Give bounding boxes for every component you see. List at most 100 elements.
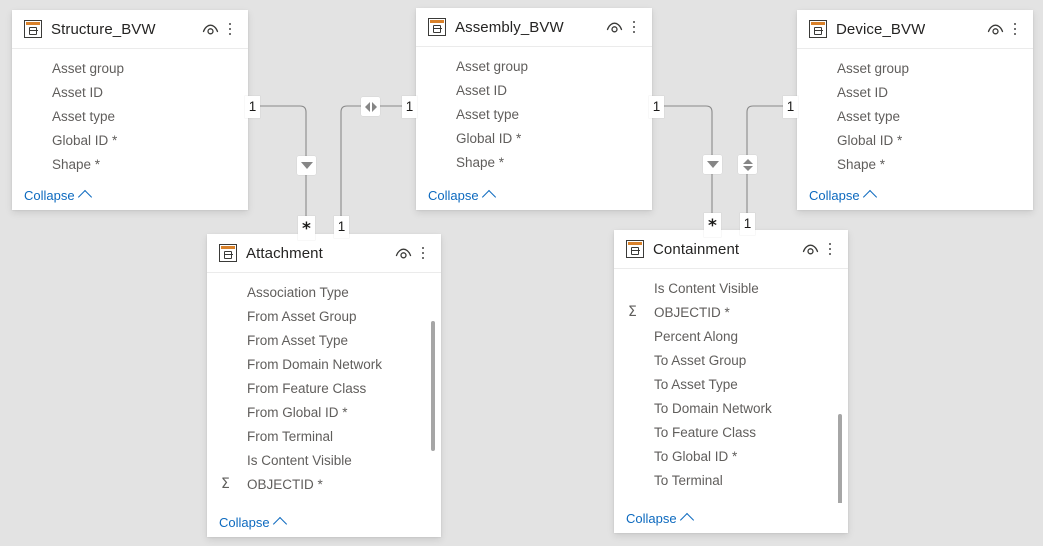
cardinality-badge-to[interactable]: 1 [740, 213, 755, 235]
field-row[interactable]: To Asset Group [614, 348, 848, 372]
eye-icon[interactable] [604, 17, 624, 37]
field-name: Shape * [52, 156, 101, 172]
chevron-up-icon [481, 189, 496, 205]
table-card-header[interactable]: Structure_BVW [12, 10, 248, 49]
more-options-icon[interactable] [626, 17, 642, 37]
field-row[interactable]: To Terminal [614, 468, 848, 492]
arrow-down-icon[interactable] [703, 155, 722, 174]
field-row[interactable]: Asset group [416, 54, 652, 78]
field-name: Association Type [247, 284, 349, 300]
field-row[interactable]: From Domain Network [207, 352, 441, 376]
field-row[interactable]: Global ID * [797, 128, 1033, 152]
table-card-containment[interactable]: Containment Is Content Visible Σ OBJECTID *… [614, 230, 848, 533]
more-options-icon[interactable] [1007, 19, 1023, 39]
field-row[interactable]: Asset group [797, 56, 1033, 80]
field-name: From Terminal [247, 428, 334, 444]
eye-icon[interactable] [800, 239, 820, 259]
table-card-assembly[interactable]: Assembly_BVW Asset group Asset ID Asset typ… [416, 8, 652, 210]
field-row[interactable]: Is Content Visible [614, 276, 848, 300]
vertical-scrollbar[interactable] [838, 414, 842, 503]
table-card-structure[interactable]: Structure_BVW Asset group Asset ID Asset ty… [12, 10, 248, 210]
field-row[interactable]: From Asset Type [207, 328, 441, 352]
field-row[interactable]: Σ OBJECTID * [207, 472, 441, 496]
arrow-down-icon[interactable] [297, 156, 316, 175]
field-name: To Asset Group [654, 352, 747, 368]
table-card-device[interactable]: Device_BVW Asset group Asset ID Asset type G… [797, 10, 1033, 210]
chevron-up-icon [77, 189, 92, 205]
field-row[interactable]: Shape * [12, 152, 248, 176]
field-row[interactable]: To Feature Class [614, 420, 848, 444]
cardinality-badge-from[interactable]: 1 [245, 96, 260, 118]
field-row[interactable]: To Global ID * [614, 444, 848, 468]
collapse-button[interactable]: Collapse [809, 188, 877, 205]
field-list-container[interactable]: Is Content Visible Σ OBJECTID * Percent Alo… [614, 269, 848, 503]
more-options-icon[interactable] [415, 243, 431, 263]
cardinality-badge-from[interactable]: 1 [783, 96, 798, 118]
field-row[interactable]: Association Type [207, 280, 441, 304]
table-card-header[interactable]: Assembly_BVW [416, 8, 652, 47]
field-row[interactable]: Asset group [12, 56, 248, 80]
field-name: Is Content Visible [654, 280, 759, 296]
collapse-button[interactable]: Collapse [219, 514, 287, 532]
field-list-container[interactable]: Asset group Asset ID Asset type Global ID *… [12, 49, 248, 180]
field-list-container[interactable]: Asset group Asset ID Asset type Global ID *… [797, 49, 1033, 180]
eye-icon[interactable] [985, 19, 1005, 39]
model-view-canvas[interactable]: Structure_BVW Asset group Asset ID Asset ty… [0, 0, 1043, 546]
field-row[interactable]: Asset type [797, 104, 1033, 128]
vertical-scrollbar[interactable] [431, 321, 435, 451]
field-row[interactable]: Shape * [416, 150, 652, 174]
collapse-button[interactable]: Collapse [428, 187, 496, 205]
field-name: Asset type [837, 108, 901, 124]
field-row[interactable]: Global ID * [416, 126, 652, 150]
chevron-up-icon [862, 189, 877, 205]
field-row[interactable]: To Domain Network [614, 396, 848, 420]
table-card-header[interactable]: Attachment [207, 234, 441, 273]
field-name: From Asset Type [247, 332, 349, 348]
cardinality-badge-to[interactable]: 1 [334, 216, 349, 238]
table-card-header[interactable]: Device_BVW [797, 10, 1033, 49]
table-card-attachment[interactable]: Attachment Association Type From Asset Gro… [207, 234, 441, 537]
field-row[interactable]: Asset ID [416, 78, 652, 102]
eye-icon[interactable] [200, 19, 220, 39]
field-name: Asset type [52, 108, 116, 124]
field-row[interactable]: From Terminal [207, 424, 441, 448]
more-options-icon[interactable] [822, 239, 838, 259]
table-card-footer: Collapse [614, 503, 848, 533]
field-row[interactable]: Σ OBJECTID * [614, 300, 848, 324]
collapse-label: Collapse [428, 187, 479, 203]
field-row[interactable]: Is Content Visible [207, 448, 441, 472]
cardinality-badge-to[interactable]: * [704, 213, 721, 237]
field-list: Asset group Asset ID Asset type Global ID *… [416, 54, 652, 174]
field-list: Asset group Asset ID Asset type Global ID *… [797, 56, 1033, 176]
field-name: To Feature Class [654, 424, 757, 440]
collapse-button[interactable]: Collapse [24, 188, 92, 205]
collapse-button[interactable]: Collapse [626, 511, 694, 528]
arrows-left-right-icon[interactable] [361, 97, 380, 116]
field-list-container[interactable]: Asset group Asset ID Asset type Global ID *… [416, 47, 652, 180]
field-row[interactable]: Asset type [12, 104, 248, 128]
field-row[interactable]: Global ID * [12, 128, 248, 152]
field-row[interactable]: Asset type [416, 102, 652, 126]
field-row[interactable]: Percent Along [614, 324, 848, 348]
field-row[interactable]: Shape * [797, 152, 1033, 176]
table-card-footer: Collapse [207, 507, 441, 537]
sigma-icon: Σ [628, 304, 637, 320]
field-row[interactable]: To Asset Type [614, 372, 848, 396]
field-row[interactable]: From Feature Class [207, 376, 441, 400]
cardinality-badge-from[interactable]: 1 [649, 96, 664, 118]
field-row[interactable]: From Asset Group [207, 304, 441, 328]
field-row[interactable]: Asset ID [12, 80, 248, 104]
field-row[interactable]: From Global ID * [207, 400, 441, 424]
table-card-header[interactable]: Containment [614, 230, 848, 269]
arrows-up-down-icon[interactable] [738, 155, 757, 174]
cardinality-badge-to[interactable]: * [298, 216, 315, 240]
field-list-container[interactable]: Association Type From Asset Group From Ass… [207, 273, 441, 507]
relationship-line[interactable] [340, 105, 404, 225]
field-name: Percent Along [654, 328, 739, 344]
field-row[interactable]: Asset ID [797, 80, 1033, 104]
more-options-icon[interactable] [222, 19, 238, 39]
table-name: Containment [653, 240, 740, 258]
collapse-label: Collapse [219, 514, 270, 530]
eye-icon[interactable] [393, 243, 413, 263]
cardinality-badge-from[interactable]: 1 [402, 96, 417, 118]
